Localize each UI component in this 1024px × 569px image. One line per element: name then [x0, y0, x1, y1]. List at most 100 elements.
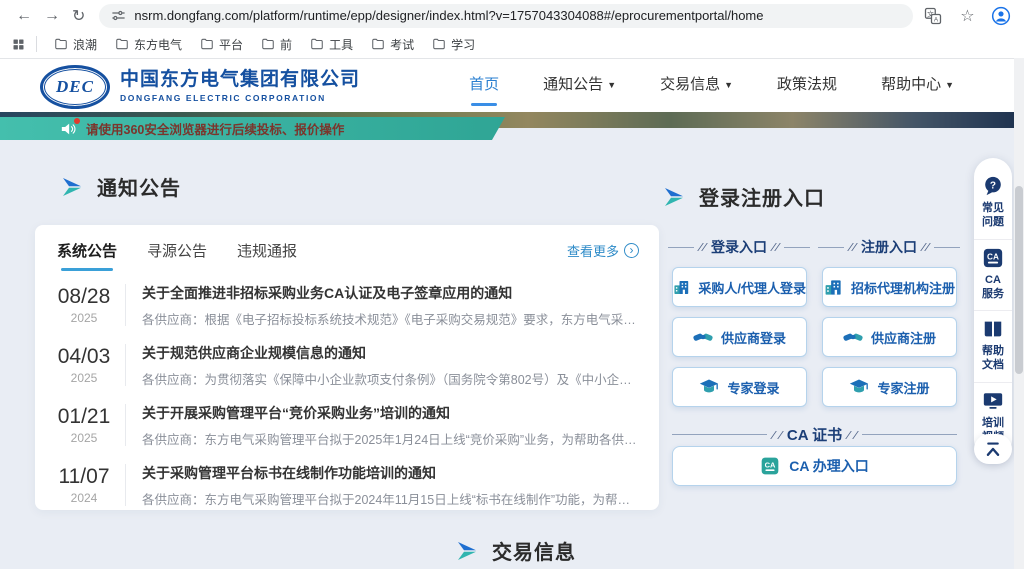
help-docs-item[interactable]: 帮助文档 — [974, 310, 1012, 382]
bookmark-folder-0[interactable]: 浪潮 — [54, 36, 97, 53]
nav-help-center[interactable]: 帮助中心▼ — [881, 58, 954, 112]
trade-section-title: 交易信息 — [455, 536, 576, 565]
expert-register-button[interactable]: 专家注册 — [822, 367, 957, 407]
notice-list-item[interactable]: 04/03 2025 关于规范供应商企业规模信息的通知 各供应商：为贯彻落实《保… — [43, 335, 639, 395]
svg-text:?: ? — [990, 180, 996, 191]
ca-badge-icon: CA — [760, 456, 780, 476]
bookmarks-divider — [36, 36, 37, 52]
building-icon — [673, 278, 690, 297]
bookmark-folder-6[interactable]: 学习 — [432, 36, 475, 53]
svg-text:A: A — [934, 16, 939, 23]
ca-service-item[interactable]: CA CA服务 — [974, 239, 1012, 311]
bookmark-folder-1[interactable]: 东方电气 — [115, 36, 182, 53]
scrollbar-track[interactable] — [1014, 58, 1024, 569]
notice-desc: 各供应商：东方电气采购管理平台拟于2024年11月15日上线“标书在线制作”功能… — [142, 489, 639, 508]
bookmark-label: 考试 — [390, 36, 414, 53]
notice-desc: 各供应商：东方电气采购管理平台拟于2025年1月24日上线“竞价采购”业务，为帮… — [142, 429, 639, 448]
site-info-icon[interactable] — [111, 8, 126, 23]
bookmark-label: 学习 — [451, 36, 475, 53]
bookmark-folder-2[interactable]: 平台 — [200, 36, 243, 53]
bookmark-star-icon[interactable]: ☆ — [957, 6, 977, 26]
book-icon — [982, 318, 1004, 340]
notice-ribbon: 请使用360安全浏览器进行后续投标、报价操作 — [0, 117, 505, 140]
building-icon — [824, 278, 843, 297]
view-more-link[interactable]: 查看更多 › — [567, 241, 639, 260]
purchaser-agent-login-button[interactable]: 采购人/代理人登录 — [672, 267, 807, 307]
browser-toolbar: ← → ↻ nsrm.dongfang.com/platform/runtime… — [0, 0, 1024, 31]
chevron-down-icon: ▼ — [607, 58, 616, 112]
graduation-cap-icon — [849, 377, 869, 397]
section-arrow-icon — [455, 539, 479, 563]
ca-apply-button[interactable]: CA CA 办理入口 — [672, 446, 957, 486]
login-section-title: 登录注册入口 — [662, 182, 825, 211]
nav-policies[interactable]: 政策法规 — [777, 58, 837, 112]
company-logo[interactable]: DEC 中国东方电气集团有限公司 DONGFANG ELECTRIC CORPO… — [40, 65, 360, 109]
bookmark-label: 平台 — [219, 36, 243, 53]
bookmark-folder-3[interactable]: 前 — [261, 36, 292, 53]
nav-notices[interactable]: 通知公告▼ — [543, 58, 616, 112]
folder-icon — [115, 37, 129, 51]
svg-text:CA: CA — [987, 252, 999, 261]
handshake-icon — [693, 327, 713, 347]
scrollbar-thumb[interactable] — [1015, 186, 1023, 374]
folder-icon — [261, 37, 275, 51]
notices-card: 系统公告 寻源公告 违规通报 查看更多 › 08/28 2025 关于全面推进非… — [35, 225, 659, 510]
bookmark-label: 前 — [280, 36, 292, 53]
supplier-register-button[interactable]: 供应商注册 — [822, 317, 957, 357]
floating-sidebar: ? 常见问题 CA CA服务 帮助文档 — [974, 158, 1012, 459]
address-bar[interactable]: nsrm.dongfang.com/platform/runtime/epp/d… — [99, 4, 913, 28]
back-to-top-icon — [984, 441, 1002, 457]
supplier-login-button[interactable]: 供应商登录 — [672, 317, 807, 357]
section-arrow-icon — [60, 175, 84, 199]
ca-badge-icon: CA — [982, 247, 1004, 269]
graduation-cap-icon — [699, 377, 719, 397]
ca-cert-subheader: CA 证书 — [672, 424, 957, 445]
nav-trade-info[interactable]: 交易信息▼ — [660, 58, 733, 112]
profile-avatar-icon[interactable] — [991, 6, 1011, 26]
bookmark-folder-5[interactable]: 考试 — [371, 36, 414, 53]
nav-home[interactable]: 首页 — [469, 58, 499, 112]
login-subheader: 登录入口 — [668, 237, 810, 257]
back-icon[interactable]: ← — [16, 4, 32, 28]
bookmark-folder-4[interactable]: 工具 — [310, 36, 353, 53]
chevron-down-icon: ▼ — [945, 58, 954, 112]
main-nav: 首页 通知公告▼ 交易信息▼ 政策法规 帮助中心▼ — [469, 58, 954, 112]
notice-list-item[interactable]: 11/07 2024 关于采购管理平台标书在线制作功能培训的通知 各供应商：东方… — [43, 455, 639, 515]
notice-list-item[interactable]: 01/21 2025 关于开展采购管理平台“竞价采购业务”培训的通知 各供应商：… — [43, 395, 639, 455]
notice-title: 关于规范供应商企业规模信息的通知 — [142, 343, 639, 363]
browser-chrome: ← → ↻ nsrm.dongfang.com/platform/runtime… — [0, 0, 1024, 59]
back-to-top-button[interactable] — [974, 434, 1012, 464]
notice-title: 关于开展采购管理平台“竞价采购业务”培训的通知 — [142, 403, 639, 423]
bookmarks-bar: 浪潮 东方电气 平台 前 工具 考试 — [0, 31, 1024, 57]
notice-title: 关于全面推进非招标采购业务CA认证及电子签章应用的通知 — [142, 283, 639, 303]
tab-system-notices[interactable]: 系统公告 — [57, 240, 117, 271]
tab-violation-reports[interactable]: 违规通报 — [237, 240, 297, 271]
folder-icon — [371, 37, 385, 51]
company-name-cn: 中国东方电气集团有限公司 — [120, 70, 360, 91]
notice-date: 01/21 2025 — [43, 405, 125, 445]
notice-date: 04/03 2025 — [43, 345, 125, 385]
ribbon-text: 请使用360安全浏览器进行后续投标、报价操作 — [86, 119, 344, 138]
bidding-agency-register-button[interactable]: 招标代理机构注册 — [822, 267, 957, 307]
folder-icon — [200, 37, 214, 51]
notices-section-title: 通知公告 — [60, 172, 181, 201]
translate-icon[interactable]: 文 A — [923, 6, 943, 26]
company-name-en: DONGFANG ELECTRIC CORPORATION — [120, 94, 360, 103]
video-monitor-icon — [982, 390, 1004, 412]
dec-logo-icon: DEC — [40, 65, 110, 109]
notice-date: 11/07 2024 — [43, 465, 125, 505]
apps-grid-icon[interactable] — [8, 34, 28, 54]
bookmark-label: 东方电气 — [134, 36, 182, 53]
notice-title: 关于采购管理平台标书在线制作功能培训的通知 — [142, 463, 639, 483]
handshake-icon — [843, 327, 863, 347]
url-text[interactable]: nsrm.dongfang.com/platform/runtime/epp/d… — [134, 8, 763, 23]
question-bubble-icon: ? — [982, 175, 1004, 197]
notice-list-item[interactable]: 08/28 2025 关于全面推进非招标采购业务CA认证及电子签章应用的通知 各… — [43, 275, 639, 335]
expert-login-button[interactable]: 专家登录 — [672, 367, 807, 407]
eprocurement-portal-page: ← → ↻ nsrm.dongfang.com/platform/runtime… — [0, 0, 1024, 569]
register-subheader: 注册入口 — [818, 237, 960, 257]
tab-sourcing-notices[interactable]: 寻源公告 — [147, 240, 207, 271]
forward-icon[interactable]: → — [44, 4, 60, 28]
faq-item[interactable]: ? 常见问题 — [974, 168, 1012, 239]
refresh-icon[interactable]: ↻ — [72, 4, 85, 28]
